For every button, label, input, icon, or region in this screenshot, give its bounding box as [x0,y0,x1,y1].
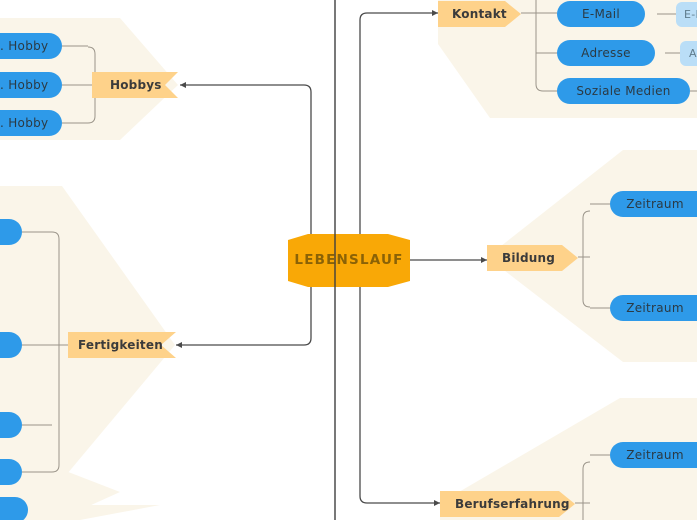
child-label-fertigkeiten-4[interactable] [0,459,22,485]
child-label-fertigkeiten-1[interactable] [0,219,22,245]
branch-kontakt-label: Kontakt [452,7,507,21]
mindmap-canvas: LEBENSLAUF Kontakt Bildung Berufserfahru… [0,0,697,520]
child-hobbys-3-label: . Hobby [0,116,49,130]
branch-fertigkeiten[interactable]: Fertigkeiten [78,332,168,358]
child-kontakt-adresse-label: Adresse [581,46,631,60]
child-hobbys-1-label: . Hobby [0,39,49,53]
child-label-kontakt-adresse[interactable]: Adresse [557,40,655,66]
child-kontakt-soziale-medien-label: Soziale Medien [576,84,671,98]
branch-bildung-label: Bildung [502,251,556,265]
branch-bildung[interactable]: Bildung [502,245,582,271]
child-berufserfahrung-zeitraum-1-label: Zeitraum [626,448,684,462]
child-bildung-zeitraum-1-label: Zeitraum [626,197,684,211]
branch-hobbys-label: Hobbys [110,78,162,92]
connector-center-kontakt [359,10,438,260]
child-hobbys-2-label: . Hobby [0,78,49,92]
central-node-label: LEBENSLAUF [294,251,404,268]
connector-center-berufserfahrung [359,260,440,506]
child-label-kontakt-email[interactable]: E-Mail [557,1,645,27]
child-label-bildung-zeitraum-1[interactable]: Zeitraum [610,191,697,217]
leaf-label-kontakt-email[interactable]: E-Ma [676,2,697,27]
child-label-hobbys-2[interactable]: . Hobby [0,72,62,98]
child-bildung-zeitraum-2-label: Zeitraum [626,301,684,315]
branch-berufserfahrung[interactable]: Berufserfahrung [455,491,579,517]
child-next-branch-partial[interactable] [0,497,28,520]
central-node[interactable]: LEBENSLAUF [288,234,410,287]
leaf-kontakt-email-label: E-Ma [684,8,697,21]
branch-fertigkeiten-label: Fertigkeiten [78,338,163,352]
branch-berufserfahrung-label: Berufserfahrung [455,497,570,511]
child-label-bildung-zeitraum-2[interactable]: Zeitraum [610,295,697,321]
leaf-label-kontakt-adresse[interactable]: Ad [680,41,697,66]
child-label-hobbys-1[interactable]: . Hobby [0,33,62,59]
branch-kontakt[interactable]: Kontakt [452,1,522,27]
child-label-fertigkeiten-2[interactable] [0,332,22,358]
child-kontakt-email-label: E-Mail [581,7,621,21]
child-label-kontakt-soziale-medien[interactable]: Soziale Medien [557,78,690,104]
branch-hobbys[interactable]: Hobbys [110,72,180,98]
leaf-kontakt-adresse-label: Ad [689,47,697,60]
child-label-fertigkeiten-3[interactable] [0,412,22,438]
child-label-berufserfahrung-zeitraum-1[interactable]: Zeitraum [610,442,697,468]
child-label-hobbys-3[interactable]: . Hobby [0,110,62,136]
